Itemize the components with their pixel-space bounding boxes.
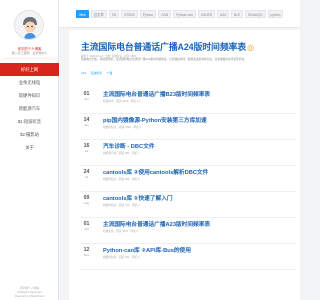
date-badge: 09 Aug — [81, 195, 92, 205]
avatar-illustration-icon — [15, 11, 43, 39]
list-item[interactable]: 14 Jun pip国内镜像源-Python安装第三方库加速 软硬件知识 · 阅读 … — [81, 114, 296, 140]
post-tag[interactable]: A24 — [81, 71, 86, 75]
date-badge: 14 Jun — [81, 117, 92, 127]
date-month: Jun — [84, 123, 89, 127]
tag-item[interactable]: python — [267, 10, 284, 18]
date-month: Jul — [84, 175, 89, 179]
post-tag[interactable]: 广播 — [107, 71, 113, 75]
sidebar-nav: 好好上网 业余无线电 软硬件知识 新能源汽车 $1:短波听音 $2:摄影站 关于 — [0, 63, 59, 154]
nav-item-amateur-radio[interactable]: 业余无线电 — [0, 76, 59, 89]
date-month: Jun — [84, 97, 89, 101]
article-title[interactable]: 主流国际电台普通话广播A23版时间频率表 — [103, 221, 293, 229]
nav-item-shortwave[interactable]: $1:短波听音 — [0, 115, 59, 128]
article-meta: 软硬件知识 · 阅读 866 · 评论 0 — [103, 178, 140, 181]
article-title[interactable]: Python-can库 ②API库-Bus的使用 — [103, 247, 293, 255]
article-meta: 软硬件知识 · 阅读 1520 · 评论 3 — [103, 126, 141, 129]
article-meta: 短波听音 · 阅读 2014 · 评论 12 — [103, 100, 140, 103]
list-item[interactable]: 16 Jul 汽车诊断 - DBC文件 新能源汽车 · 阅读 987 · 评论 1 — [81, 140, 296, 166]
list-item[interactable]: 01 Jun 主流国际电台普通话广播B23版时间频率表 短波听音 · 阅读 2014… — [81, 88, 296, 114]
tag-item[interactable]: Web — [76, 10, 89, 18]
article-title[interactable]: cantools库 ②使用cantools解析DBC文件 — [103, 169, 293, 177]
sidebar-divider — [4, 58, 55, 59]
article-meta: 新能源汽车 · 阅读 987 · 评论 1 — [103, 152, 140, 155]
list-item[interactable]: 01 Oct 主流国际电台普通话广播A23版时间频率表 短波听音 · 阅读 1311… — [81, 218, 296, 244]
date-badge: 24 Jul — [81, 169, 92, 179]
post-tag[interactable]: 短波听音 — [91, 71, 102, 75]
article-title[interactable]: 汽车诊断 - DBC文件 — [103, 143, 293, 151]
date-month: Oct — [84, 227, 89, 231]
date-badge: 01 Jun — [81, 91, 92, 101]
article-title[interactable]: pip国内镜像源-Python安装第三方库加速 — [103, 117, 293, 125]
tag-list: Web 旧文章 SN STM32 Python CAN Python-can C… — [76, 10, 284, 18]
date-month: Nov — [84, 253, 89, 257]
nav-item-about[interactable]: 关于 — [0, 141, 59, 154]
date-badge: 16 Jul — [81, 143, 92, 153]
tag-item[interactable]: Python — [139, 10, 157, 18]
nav-item-photo[interactable]: $2:摄影站 — [0, 128, 59, 141]
article-meta: 短波听音 · 阅读 1311 · 评论 5 — [103, 230, 139, 233]
date-month: Aug — [84, 201, 89, 205]
avatar[interactable] — [14, 10, 44, 40]
tag-item[interactable]: BDAUQG — [245, 10, 266, 18]
tag-item[interactable]: CANFD — [197, 10, 216, 18]
post-title[interactable]: 主流国际电台普通话广播A24版时间频率表◎ — [81, 40, 254, 53]
tag-item[interactable]: 旧文章 — [90, 10, 107, 18]
nav-item-ev[interactable]: 新能源汽车 — [0, 102, 59, 115]
post-intro: 短波电台列表，持续更新中。主流国际电台普通话广播A24版时间频率表，包含播出时间… — [81, 58, 248, 61]
date-badge: 01 Oct — [81, 221, 92, 231]
nav-item-haohao-shangwang[interactable]: 好好上网 — [0, 63, 59, 76]
featured-post: 主流国际电台普通话广播A24版时间频率表◎ 发布于 2023-05-12 · 分… — [69, 30, 300, 80]
tag-item[interactable]: BLE — [231, 10, 244, 18]
article-title[interactable]: 主流国际电台普通话广播B23版时间频率表 — [103, 91, 293, 99]
list-item[interactable]: 24 Jul cantools库 ②使用cantools解析DBC文件 软硬件知识 … — [81, 166, 296, 192]
tag-item[interactable]: Python-can — [173, 10, 196, 18]
date-badge: 12 Nov — [81, 247, 92, 257]
article-meta: 软硬件知识 · 阅读 654 · 评论 0 — [103, 256, 140, 259]
list-item[interactable]: 12 Nov Python-can库 ②API库-Bus的使用 软硬件知识 · 阅读… — [81, 244, 296, 270]
award-icon: ◎ — [247, 43, 255, 52]
article-title[interactable]: cantools库 ①快速了解入门 — [103, 195, 293, 203]
sidebar: 孫宇的个人博客 嵌入式工程师 · 爱折腾的人 好好上网 业余无线电 软硬件知识 … — [0, 0, 59, 300]
tag-item[interactable]: STM32 — [121, 10, 138, 18]
article-meta: 软硬件知识 · 阅读 743 · 评论 2 — [103, 204, 140, 207]
top-tag-bar: Web 旧文章 SN STM32 Python CAN Python-can C… — [59, 0, 300, 28]
tag-item[interactable]: A24 — [217, 10, 230, 18]
main-content: 主流国际电台普通话广播A24版时间频率表◎ 发布于 2023-05-12 · 分… — [69, 30, 300, 300]
tag-item[interactable]: SN — [108, 10, 120, 18]
site-description: 嵌入式工程师 · 爱折腾的人 — [11, 51, 48, 55]
article-list: 01 Jun 主流国际电台普通话广播B23版时间频率表 短波听音 · 阅读 2014… — [81, 88, 296, 270]
tag-item[interactable]: CAN — [158, 10, 172, 18]
sidebar-footer-line: Powered by WordPress — [14, 294, 45, 298]
post-tags: A24 短波听音 广播 — [81, 71, 116, 75]
post-title-text[interactable]: 主流国际电台普通话广播A24版时间频率表 — [81, 42, 246, 52]
list-item[interactable]: 09 Aug cantools库 ①快速了解入门 软硬件知识 · 阅读 743 · … — [81, 192, 296, 218]
date-month: Jul — [84, 149, 89, 153]
nav-item-knowledge[interactable]: 软硬件知识 — [0, 89, 59, 102]
